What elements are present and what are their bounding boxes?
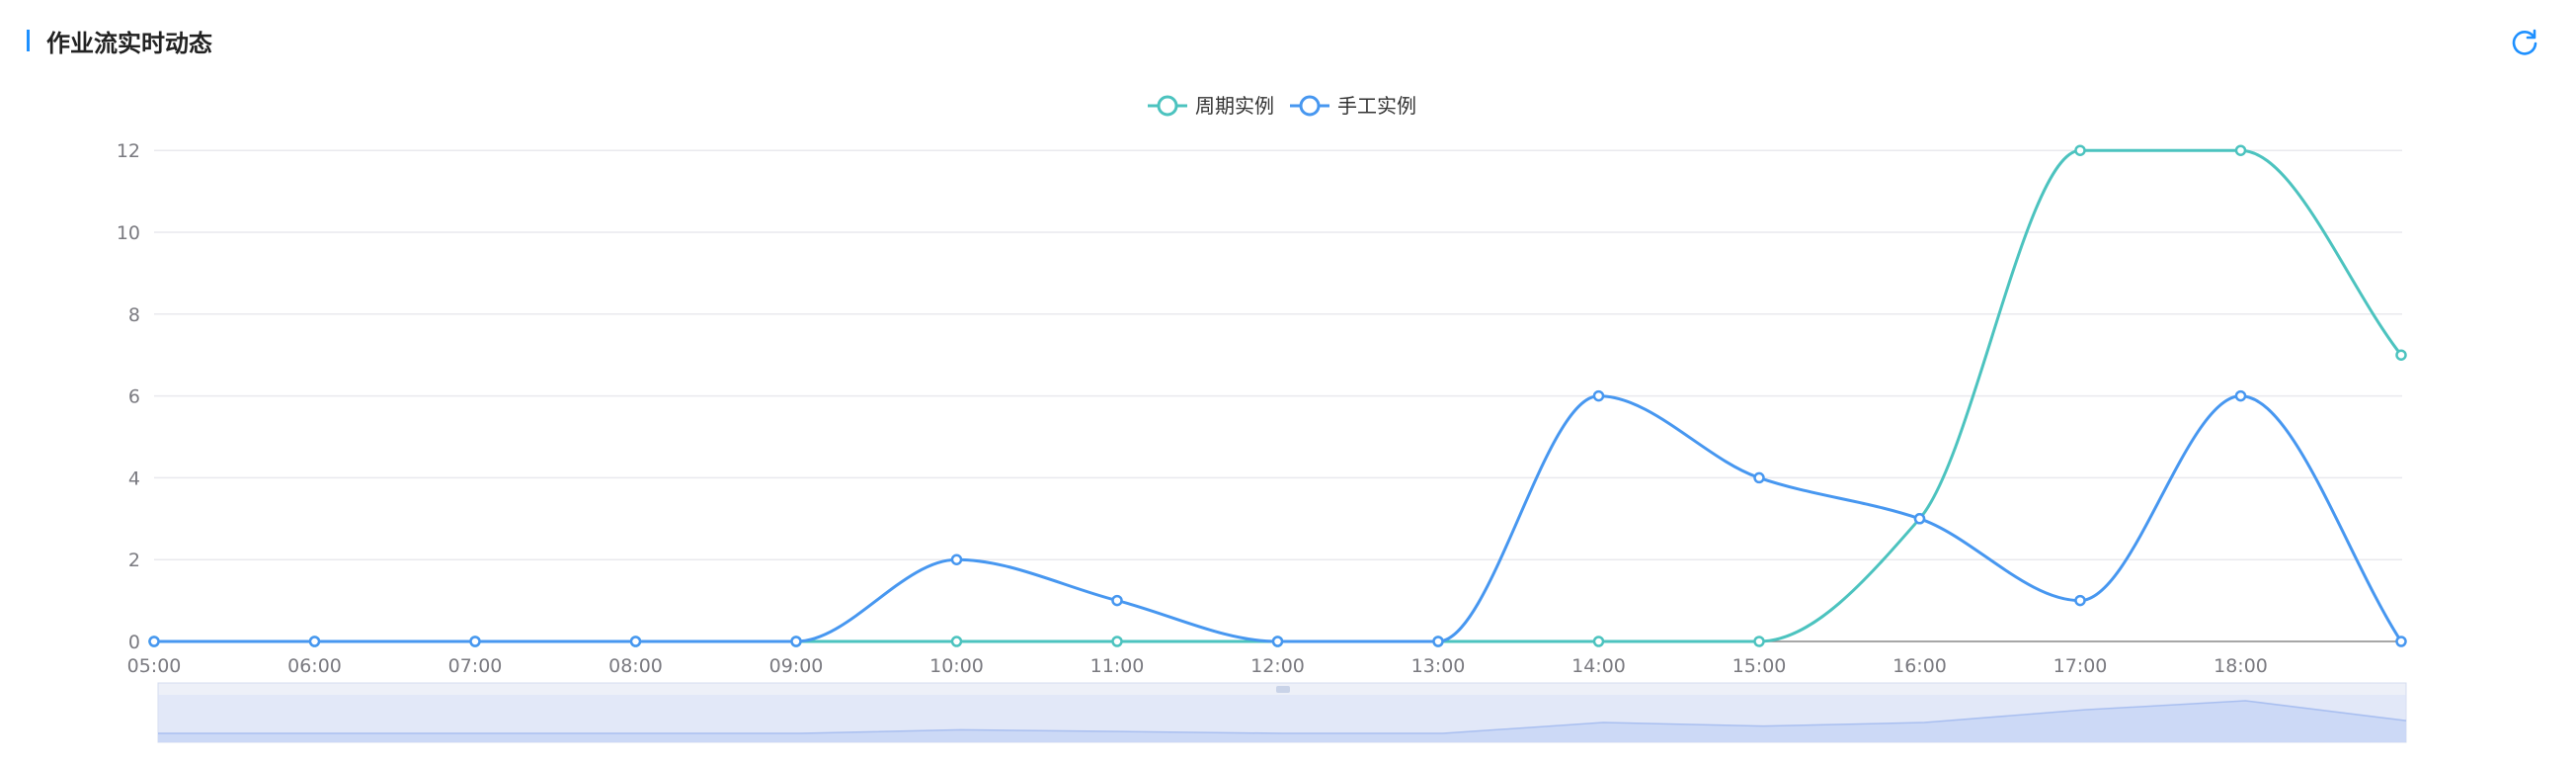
- data-point[interactable]: [2395, 349, 2407, 361]
- data-point[interactable]: [1913, 513, 1926, 525]
- data-point[interactable]: [1111, 594, 1123, 607]
- x-axis: 05:00 06:00 07:00 08:00 09:00 10:00 11:00 12:00…: [127, 655, 2268, 677]
- series-line: [154, 394, 2403, 643]
- x-tick-label: 16:00: [1892, 655, 1947, 677]
- x-tick-label: 18:00: [2214, 655, 2268, 677]
- data-point[interactable]: [790, 636, 802, 647]
- y-tick-label: 12: [117, 140, 140, 162]
- data-point[interactable]: [1753, 636, 1765, 647]
- data-point[interactable]: [1753, 471, 1765, 484]
- x-tick-label: 07:00: [448, 655, 503, 677]
- data-point[interactable]: [1271, 636, 1284, 647]
- line-chart: 周期实例 手工实例 024681012 05:00 06:00 07:00 08:00 0…: [117, 94, 2407, 743]
- chart-legend[interactable]: 周期实例 手工实例: [1148, 94, 1416, 118]
- data-point[interactable]: [2234, 389, 2247, 402]
- datazoom-slider[interactable]: [157, 682, 2407, 743]
- data-point[interactable]: [1592, 636, 1605, 647]
- data-point[interactable]: [308, 636, 321, 647]
- y-tick-label: 8: [128, 304, 140, 326]
- y-tick-label: 2: [128, 550, 140, 571]
- legend-marker: [1157, 95, 1178, 117]
- data-point[interactable]: [469, 636, 481, 647]
- x-tick-label: 15:00: [1732, 655, 1787, 677]
- data-point[interactable]: [2074, 594, 2086, 607]
- y-tick-label: 6: [128, 386, 140, 408]
- x-tick-label: 14:00: [1571, 655, 1626, 677]
- data-point[interactable]: [2234, 144, 2247, 156]
- x-tick-label: 11:00: [1090, 655, 1145, 677]
- x-tick-label: 17:00: [2053, 655, 2108, 677]
- y-tick-label: 0: [128, 632, 140, 653]
- data-point[interactable]: [1592, 389, 1605, 402]
- y-axis: 0 2 4 6 8 10 12: [117, 140, 140, 653]
- chart-grid: [154, 149, 2402, 642]
- y-tick-label: 4: [128, 468, 140, 489]
- x-tick-label: 06:00: [287, 655, 342, 677]
- data-point[interactable]: [950, 636, 963, 647]
- data-point[interactable]: [2395, 636, 2407, 647]
- data-point[interactable]: [148, 636, 160, 647]
- data-point[interactable]: [950, 553, 963, 565]
- x-tick-label: 13:00: [1411, 655, 1466, 677]
- x-tick-label: 09:00: [769, 655, 824, 677]
- datazoom-handle[interactable]: [1276, 686, 1290, 693]
- data-point[interactable]: [1111, 636, 1123, 647]
- legend-label: 手工实例: [1337, 94, 1416, 118]
- x-tick-label: 05:00: [127, 655, 182, 677]
- x-tick-label: 10:00: [929, 655, 984, 677]
- data-point[interactable]: [1432, 636, 1444, 647]
- y-tick-label: 10: [117, 222, 140, 244]
- data-point[interactable]: [629, 636, 642, 647]
- legend-label: 周期实例: [1195, 94, 1274, 118]
- x-tick-label: 08:00: [608, 655, 663, 677]
- x-tick-label: 12:00: [1250, 655, 1305, 677]
- data-point[interactable]: [2074, 144, 2086, 156]
- legend-marker: [1299, 95, 1321, 117]
